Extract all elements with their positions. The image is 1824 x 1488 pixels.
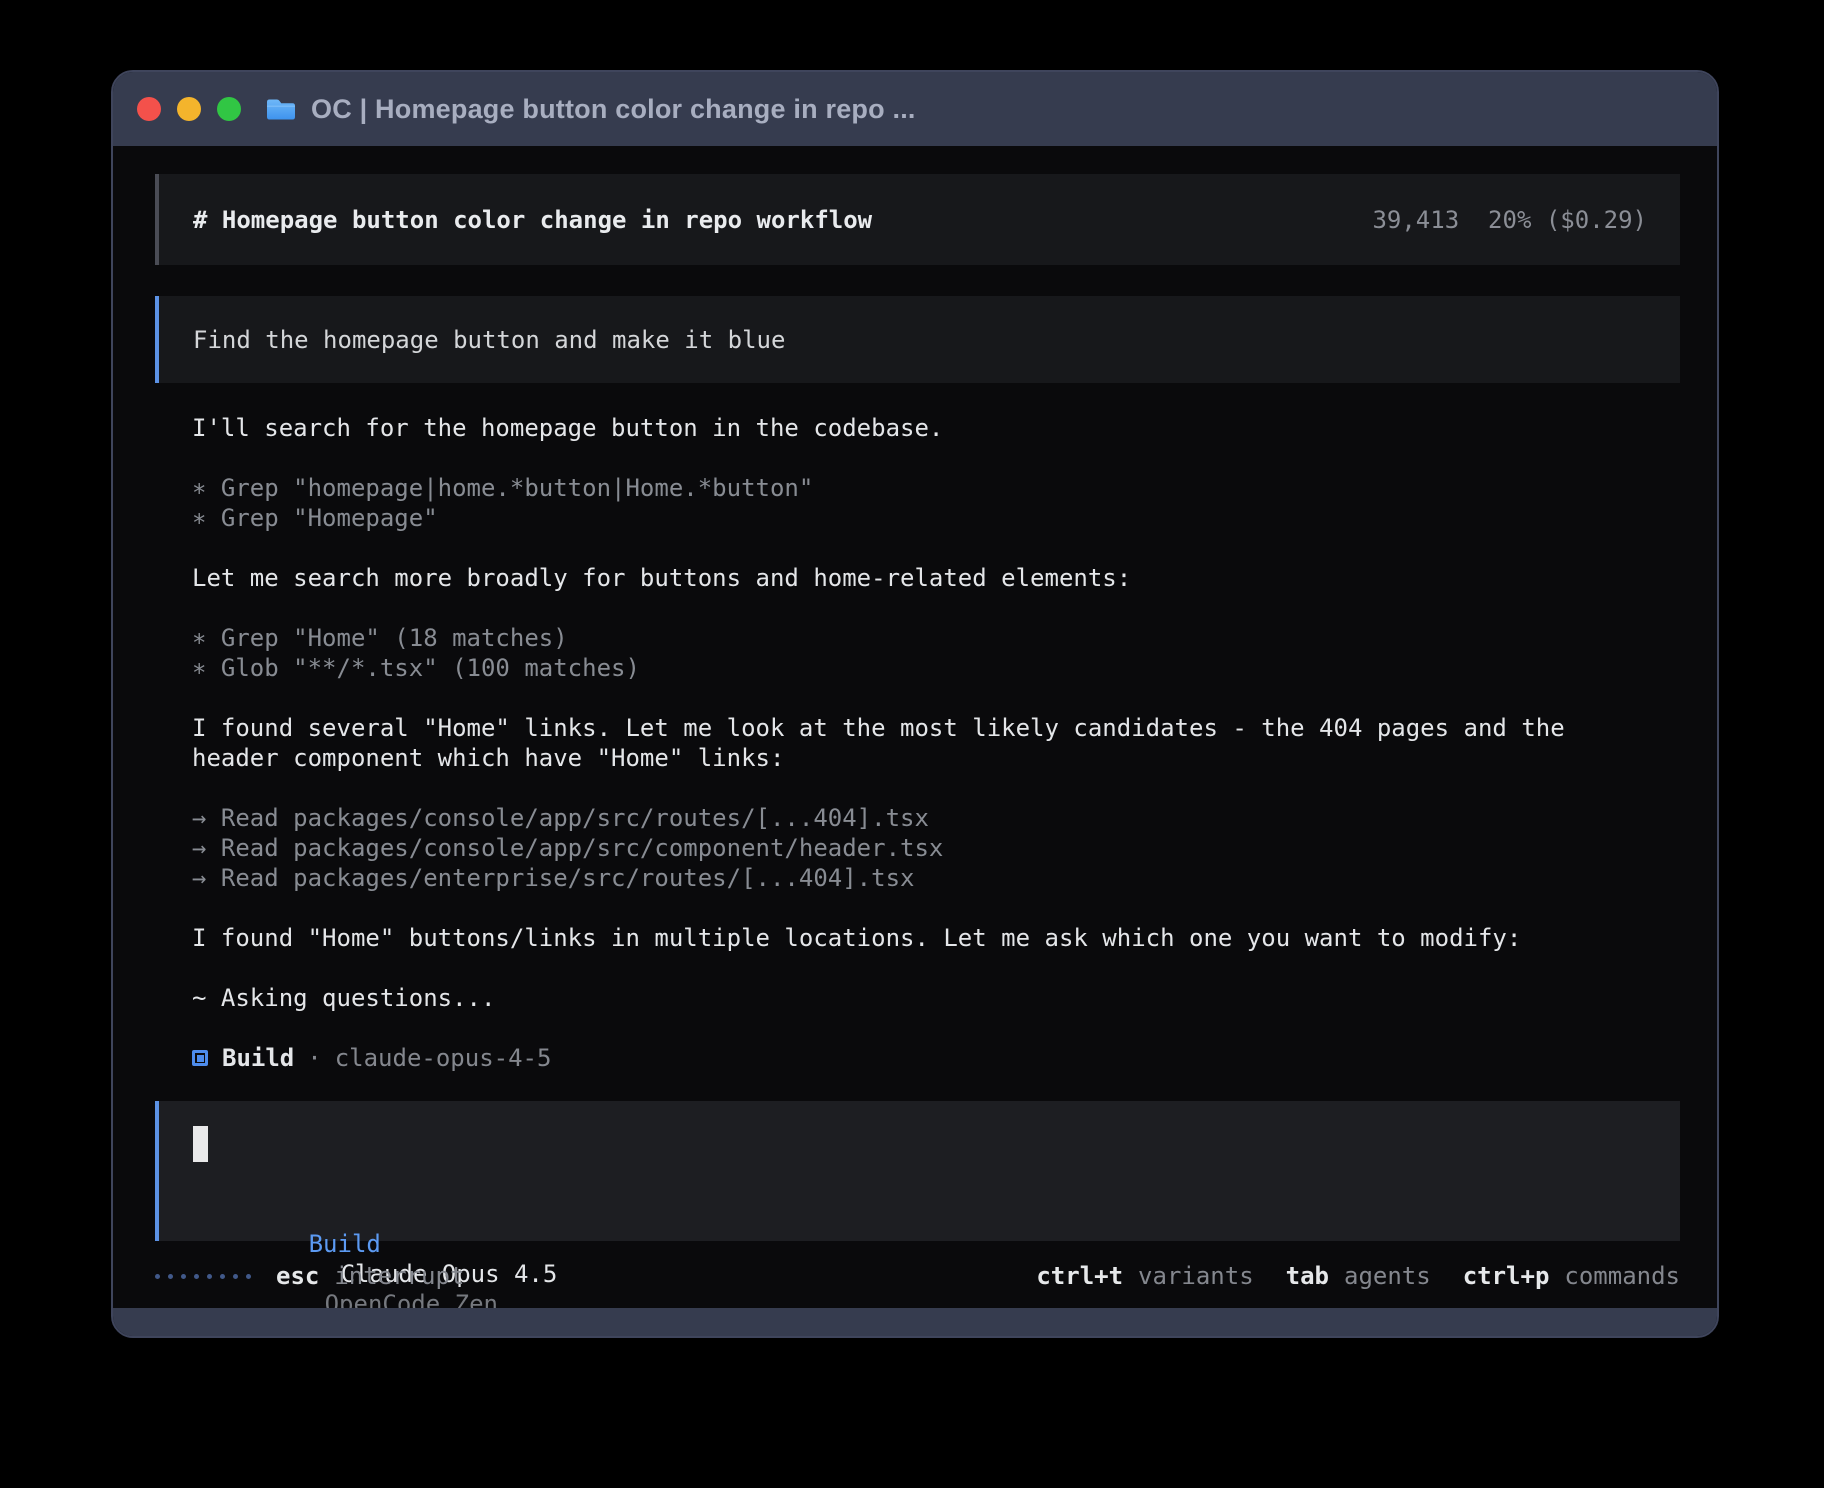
session-title: # Homepage button color change in repo w… [193, 206, 872, 234]
activity-dot [220, 1274, 225, 1279]
status-left: esc interrupt [155, 1262, 464, 1290]
output-line: ∗ Glob "**/*.tsx" (100 matches) [192, 653, 1680, 683]
agent-status-row: Build · claude-opus-4-5 [155, 1043, 1680, 1073]
output-line: I found several "Home" links. Let me loo… [192, 713, 1680, 743]
output-line: ∗ Grep "Homepage" [192, 503, 1680, 533]
window-title: OC | Homepage button color change in rep… [311, 94, 916, 125]
session-header: # Homepage button color change in repo w… [155, 174, 1680, 265]
output-line: I'll search for the homepage button in t… [192, 413, 1680, 443]
activity-dots [155, 1274, 251, 1279]
session-stats: 39,413 20% ($0.29) [1372, 206, 1647, 234]
agent-separator: · [307, 1044, 321, 1072]
window-titlebar[interactable]: OC | Homepage button color change in rep… [113, 72, 1717, 146]
activity-dot [168, 1274, 173, 1279]
output-line [192, 683, 1680, 713]
activity-dot [246, 1274, 251, 1279]
status-right: ctrl+t variants tab agents ctrl+p comman… [1036, 1262, 1680, 1290]
text-cursor [193, 1126, 208, 1162]
user-message-text: Find the homepage button and make it blu… [193, 326, 785, 354]
output-line: I found "Home" buttons/links in multiple… [192, 923, 1680, 953]
output-line: header component which have "Home" links… [192, 743, 1680, 773]
keyboard-hint: ctrl+p commands [1463, 1262, 1680, 1290]
output-line [192, 953, 1680, 983]
status-bar: esc interrupt ctrl+t variants tab agents… [155, 1261, 1680, 1291]
assistant-output: I'll search for the homepage button in t… [155, 413, 1680, 1013]
input-meta-row: Build Claude Opus 4.5 OpenCode Zen [193, 1199, 1646, 1229]
agent-name: Build [222, 1044, 294, 1072]
output-line: ~ Asking questions... [192, 983, 1680, 1013]
keyboard-hint: ctrl+t variants [1036, 1262, 1253, 1290]
activity-dot [155, 1274, 160, 1279]
terminal-content: # Homepage button color change in repo w… [113, 146, 1717, 1308]
fullscreen-window-button[interactable] [217, 97, 241, 121]
activity-dot [207, 1274, 212, 1279]
activity-dot [181, 1274, 186, 1279]
folder-icon [265, 96, 297, 122]
output-line: → Read packages/console/app/src/routes/[… [192, 803, 1680, 833]
output-line [192, 593, 1680, 623]
traffic-lights [137, 97, 241, 121]
terminal-window: OC | Homepage button color change in rep… [111, 70, 1719, 1338]
input-mode-label[interactable]: Build [309, 1230, 381, 1258]
build-agent-icon [192, 1050, 208, 1066]
output-line [192, 893, 1680, 923]
output-line: ∗ Grep "Home" (18 matches) [192, 623, 1680, 653]
activity-dot [233, 1274, 238, 1279]
esc-key-action: interrupt [334, 1262, 464, 1290]
activity-dot [194, 1274, 199, 1279]
user-message: Find the homepage button and make it blu… [155, 296, 1680, 383]
output-line: Let me search more broadly for buttons a… [192, 563, 1680, 593]
prompt-input[interactable]: Build Claude Opus 4.5 OpenCode Zen [155, 1101, 1680, 1241]
output-line [192, 533, 1680, 563]
output-line: → Read packages/enterprise/src/routes/[.… [192, 863, 1680, 893]
close-window-button[interactable] [137, 97, 161, 121]
esc-key-hint: esc [276, 1262, 319, 1290]
agent-model: claude-opus-4-5 [335, 1044, 552, 1072]
flex-spacer [155, 1073, 1680, 1101]
output-line [192, 443, 1680, 473]
output-line: → Read packages/console/app/src/componen… [192, 833, 1680, 863]
output-line: ∗ Grep "homepage|home.*button|Home.*butt… [192, 473, 1680, 503]
minimize-window-button[interactable] [177, 97, 201, 121]
keyboard-hint: tab agents [1286, 1262, 1431, 1290]
output-line [192, 773, 1680, 803]
window-bottom-chrome [113, 1308, 1717, 1336]
